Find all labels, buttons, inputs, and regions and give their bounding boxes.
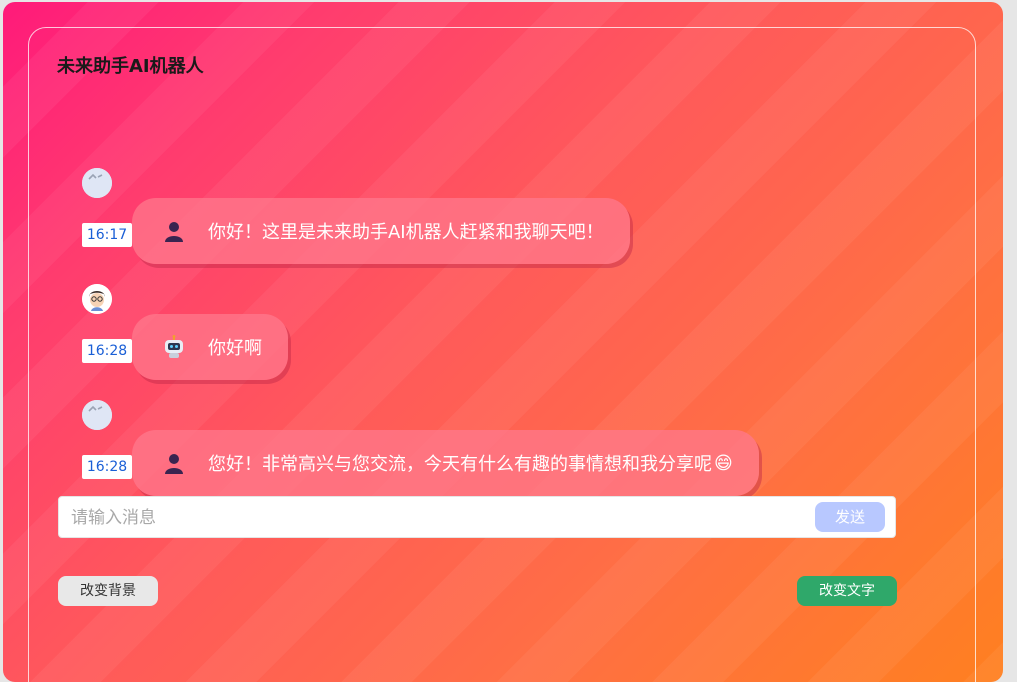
message-bubble: 您好！非常高兴与您交流，今天有什么有趣的事情想和我分享呢 😄 — [132, 430, 759, 496]
user-avatar — [82, 284, 112, 314]
person-icon — [162, 451, 186, 475]
send-button[interactable]: 发送 — [815, 502, 885, 532]
robot-icon — [162, 335, 186, 359]
message-time: 16:28 — [82, 455, 132, 479]
person-icon — [162, 219, 186, 243]
user-avatar-icon — [82, 284, 112, 314]
message-text: 你好啊 — [208, 338, 262, 359]
message-text: 您好！非常高兴与您交流，今天有什么有趣的事情想和我分享呢 — [208, 454, 712, 475]
broken-image-icon — [82, 400, 112, 430]
grinning-emoji: 😄 — [714, 452, 733, 474]
change-background-button[interactable]: 改变背景 — [58, 576, 158, 606]
message-text: 你好！这里是未来助手AI机器人赶紧和我聊天吧！ — [208, 222, 604, 243]
bot-avatar — [82, 168, 112, 198]
message-input-bar: 发送 — [58, 496, 896, 539]
message-time: 16:28 — [82, 339, 132, 363]
page-title: 未来助手AI机器人 — [57, 56, 204, 77]
broken-image-icon — [82, 168, 112, 198]
bot-avatar — [82, 400, 112, 430]
change-text-button[interactable]: 改变文字 — [797, 576, 897, 606]
message-bubble: 你好！这里是未来助手AI机器人赶紧和我聊天吧！ — [132, 198, 630, 264]
message-input[interactable] — [69, 497, 803, 539]
message-time: 16:17 — [82, 223, 132, 247]
app-window: 未来助手AI机器人 16:17 你好！这里是未来助手AI机器人赶紧和我聊天吧！ … — [3, 2, 1003, 682]
message-bubble: 你好啊 — [132, 314, 288, 380]
